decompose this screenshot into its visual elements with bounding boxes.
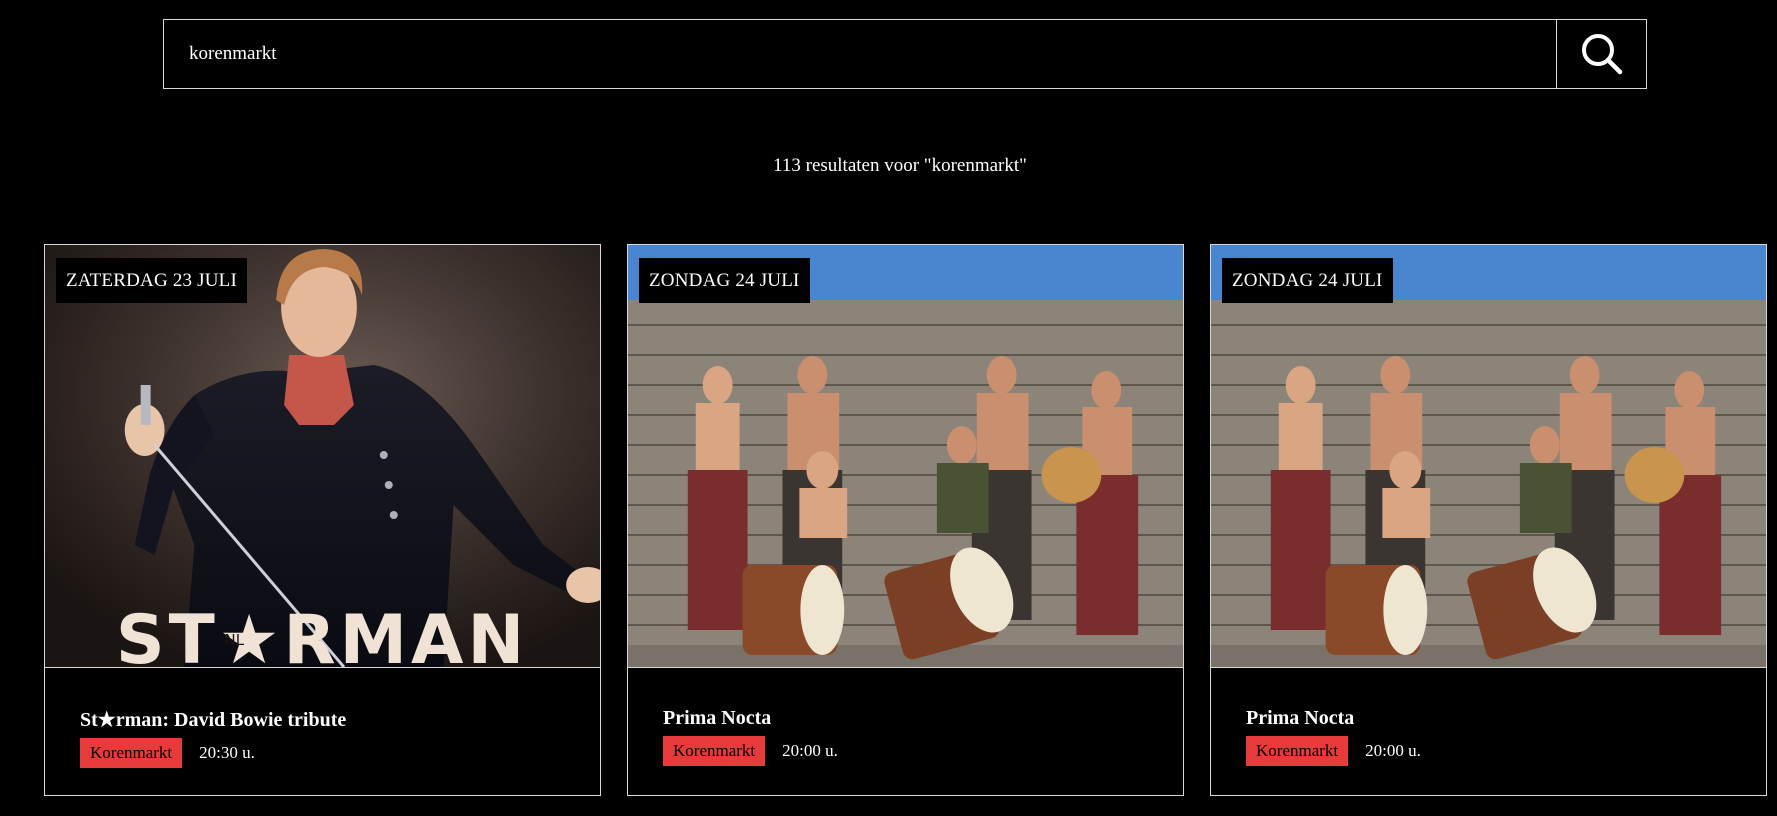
event-meta: Korenmarkt 20:30 u. (80, 738, 565, 768)
venue-tag[interactable]: Korenmarkt (663, 736, 766, 766)
venue-tag[interactable]: Korenmarkt (80, 738, 183, 768)
band-photo-image (628, 245, 1183, 667)
event-time: 20:00 u. (1365, 741, 1421, 760)
event-time: 20:00 u. (782, 741, 838, 760)
band-photo-image (1211, 245, 1766, 667)
event-time: 20:30 u. (199, 743, 255, 762)
event-title[interactable]: St★rman: David Bowie tribute (80, 707, 565, 732)
venue-tag[interactable]: Korenmarkt (1246, 736, 1349, 766)
date-badge: ZONDAG 24 JULI (639, 258, 810, 303)
search-bar (163, 19, 1647, 89)
search-button[interactable] (1556, 20, 1646, 88)
date-badge: ZONDAG 24 JULI (1222, 258, 1393, 303)
date-badge: ZATERDAG 23 JULI (56, 258, 248, 303)
starman-poster-image: ST★RMAN NL (45, 245, 600, 667)
poster-nl-text: NL (225, 631, 245, 649)
event-list: ST★RMAN NL ZATERDAG 23 JULI St★rman: Dav… (44, 244, 1767, 796)
event-title[interactable]: Prima Nocta (1246, 707, 1731, 730)
page: 113 resultaten voor "korenmarkt" (0, 0, 1777, 816)
search-input[interactable] (164, 20, 1556, 88)
event-meta: Korenmarkt 20:00 u. (1246, 736, 1731, 766)
event-image[interactable]: ZONDAG 24 JULI (628, 245, 1183, 668)
event-image[interactable]: ST★RMAN NL ZATERDAG 23 JULI (45, 245, 600, 668)
event-info: Prima Nocta Korenmarkt 20:00 u. (628, 668, 1183, 766)
event-card[interactable]: ZONDAG 24 JULI Prima Nocta Korenmarkt 20… (1210, 244, 1767, 796)
event-card[interactable]: ZONDAG 24 JULI Prima Nocta Korenmarkt 20… (627, 244, 1184, 796)
event-info: St★rman: David Bowie tribute Korenmarkt … (45, 668, 600, 768)
event-title[interactable]: Prima Nocta (663, 707, 1148, 730)
poster-title-text: ST★RMAN (116, 601, 528, 667)
event-image[interactable]: ZONDAG 24 JULI (1211, 245, 1766, 668)
event-meta: Korenmarkt 20:00 u. (663, 736, 1148, 766)
results-count: 113 resultaten voor "korenmarkt" (773, 155, 1027, 176)
event-info: Prima Nocta Korenmarkt 20:00 u. (1211, 668, 1766, 766)
search-icon (1581, 34, 1622, 75)
event-card[interactable]: ST★RMAN NL ZATERDAG 23 JULI St★rman: Dav… (44, 244, 601, 796)
